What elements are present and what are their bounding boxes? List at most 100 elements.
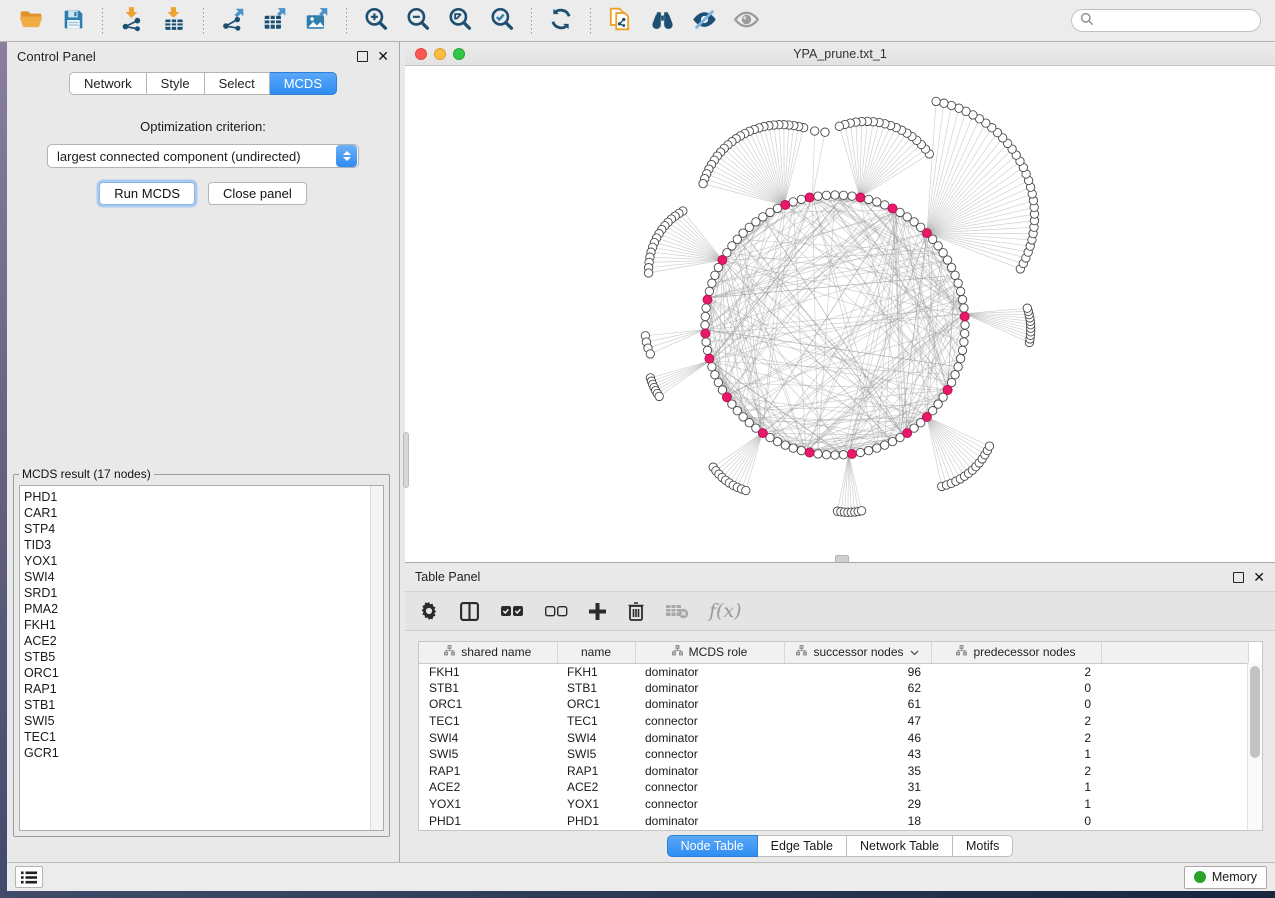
deselect-all-rows-icon[interactable] [544,605,568,618]
table-cell[interactable]: 2 [931,663,1101,680]
mcds-result-item[interactable]: STP4 [24,521,383,537]
table-cell[interactable]: 47 [784,713,931,730]
mcds-result-item[interactable]: GCR1 [24,745,383,761]
close-panel-icon[interactable]: ✕ [377,51,389,62]
task-history-button[interactable] [15,866,43,888]
close-panel-button[interactable]: Close panel [208,182,307,205]
table-cell[interactable]: RAP1 [557,763,635,780]
delete-column-icon[interactable] [627,601,645,621]
table-scrollbar[interactable] [1247,663,1262,830]
float-panel-icon[interactable] [357,51,368,62]
table-cell[interactable]: ORC1 [557,696,635,713]
table-cell[interactable]: connector [635,779,784,796]
table-cell[interactable]: SWI5 [419,746,557,763]
column-header-successor-nodes[interactable]: successor nodes [784,642,931,663]
criterion-dropdown[interactable]: largest connected component (undirected) [47,144,359,168]
float-table-panel-icon[interactable] [1233,572,1244,583]
column-header-shared-name[interactable]: shared name [419,642,557,663]
mcds-result-item[interactable]: RAP1 [24,681,383,697]
search-input[interactable] [1099,14,1254,28]
table-cell[interactable]: 18 [784,812,931,829]
table-cell[interactable]: 29 [784,796,931,813]
binoculars-search-button[interactable] [645,5,679,37]
mcds-result-item[interactable]: SWI5 [24,713,383,729]
table-cell[interactable]: SWI4 [557,729,635,746]
refresh-layout-button[interactable] [544,5,578,37]
tab-network-table[interactable]: Network Table [847,835,953,857]
table-cell[interactable]: dominator [635,680,784,697]
network-canvas[interactable] [405,66,1275,561]
mcds-result-item[interactable]: ORC1 [24,665,383,681]
column-panel-icon[interactable] [459,601,480,622]
table-cell[interactable]: connector [635,713,784,730]
table-cell[interactable]: 1 [931,746,1101,763]
table-cell[interactable]: dominator [635,696,784,713]
table-cell[interactable]: 35 [784,763,931,780]
table-row[interactable]: ACE2ACE2connector311 [419,779,1248,796]
table-cell[interactable]: 96 [784,663,931,680]
mcds-result-item[interactable]: FKH1 [24,617,383,633]
table-cell[interactable]: 0 [931,812,1101,829]
table-cell[interactable]: FKH1 [557,663,635,680]
mcds-result-item[interactable]: TID3 [24,537,383,553]
table-row[interactable]: TEC1TEC1connector472 [419,713,1248,730]
table-cell[interactable]: dominator [635,812,784,829]
table-cell[interactable]: connector [635,796,784,813]
table-cell[interactable]: TEC1 [557,713,635,730]
tab-motifs[interactable]: Motifs [953,835,1013,857]
show-graphics-button[interactable] [729,5,763,37]
table-cell[interactable]: 46 [784,729,931,746]
tab-select[interactable]: Select [205,72,270,95]
table-cell[interactable]: SWI4 [419,729,557,746]
mcds-result-item[interactable]: PHD1 [24,489,383,505]
run-mcds-button[interactable]: Run MCDS [99,182,195,205]
table-cell[interactable]: FKH1 [419,663,557,680]
network-search-field[interactable] [1071,9,1261,32]
hide-graphics-button[interactable] [687,5,721,37]
table-row[interactable]: ORC1ORC1dominator610 [419,696,1248,713]
mcds-result-item[interactable]: ACE2 [24,633,383,649]
column-header-predecessor-nodes[interactable]: predecessor nodes [931,642,1101,663]
select-all-rows-icon[interactable] [500,605,524,618]
table-cell[interactable]: dominator [635,663,784,680]
table-cell[interactable]: TEC1 [419,713,557,730]
table-cell[interactable]: STB1 [419,680,557,697]
tab-style[interactable]: Style [147,72,205,95]
tab-edge-table[interactable]: Edge Table [758,835,847,857]
open-file-button[interactable] [14,5,48,37]
tab-network[interactable]: Network [69,72,147,95]
table-row[interactable]: FKH1FKH1dominator962 [419,663,1248,680]
table-cell[interactable]: ORC1 [419,696,557,713]
table-cell[interactable]: 43 [784,746,931,763]
table-cell[interactable]: 1 [931,796,1101,813]
mcds-result-item[interactable]: SRD1 [24,585,383,601]
function-builder-icon[interactable]: f(x) [709,600,742,622]
table-cell[interactable]: PHD1 [557,812,635,829]
table-row[interactable]: SWI5SWI5connector431 [419,746,1248,763]
table-cell[interactable]: 2 [931,763,1101,780]
table-cell[interactable]: connector [635,746,784,763]
table-cell[interactable]: 1 [931,779,1101,796]
table-options-gear-icon[interactable] [419,601,439,621]
column-header-MCDS-role[interactable]: MCDS role [635,642,784,663]
table-cell[interactable]: 2 [931,713,1101,730]
table-cell[interactable]: ACE2 [557,779,635,796]
vertical-splitter-handle[interactable] [403,432,409,488]
table-cell[interactable]: 0 [931,696,1101,713]
table-row[interactable]: YOX1YOX1connector291 [419,796,1248,813]
table-cell[interactable]: 62 [784,680,931,697]
column-header-name[interactable]: name [557,642,635,663]
memory-button[interactable]: Memory [1184,866,1267,889]
table-cell[interactable]: 61 [784,696,931,713]
table-row[interactable]: PHD1PHD1dominator180 [419,812,1248,829]
tab-mcds[interactable]: MCDS [270,72,337,95]
delete-table-icon[interactable] [665,603,689,619]
mcds-result-item[interactable]: STB5 [24,649,383,665]
export-table-button[interactable] [258,5,292,37]
table-cell[interactable]: dominator [635,729,784,746]
table-row[interactable]: SWI4SWI4dominator462 [419,729,1248,746]
zoom-fit-button[interactable] [443,5,477,37]
mcds-result-item[interactable]: SWI4 [24,569,383,585]
table-cell[interactable]: 2 [931,729,1101,746]
table-cell[interactable]: YOX1 [419,796,557,813]
